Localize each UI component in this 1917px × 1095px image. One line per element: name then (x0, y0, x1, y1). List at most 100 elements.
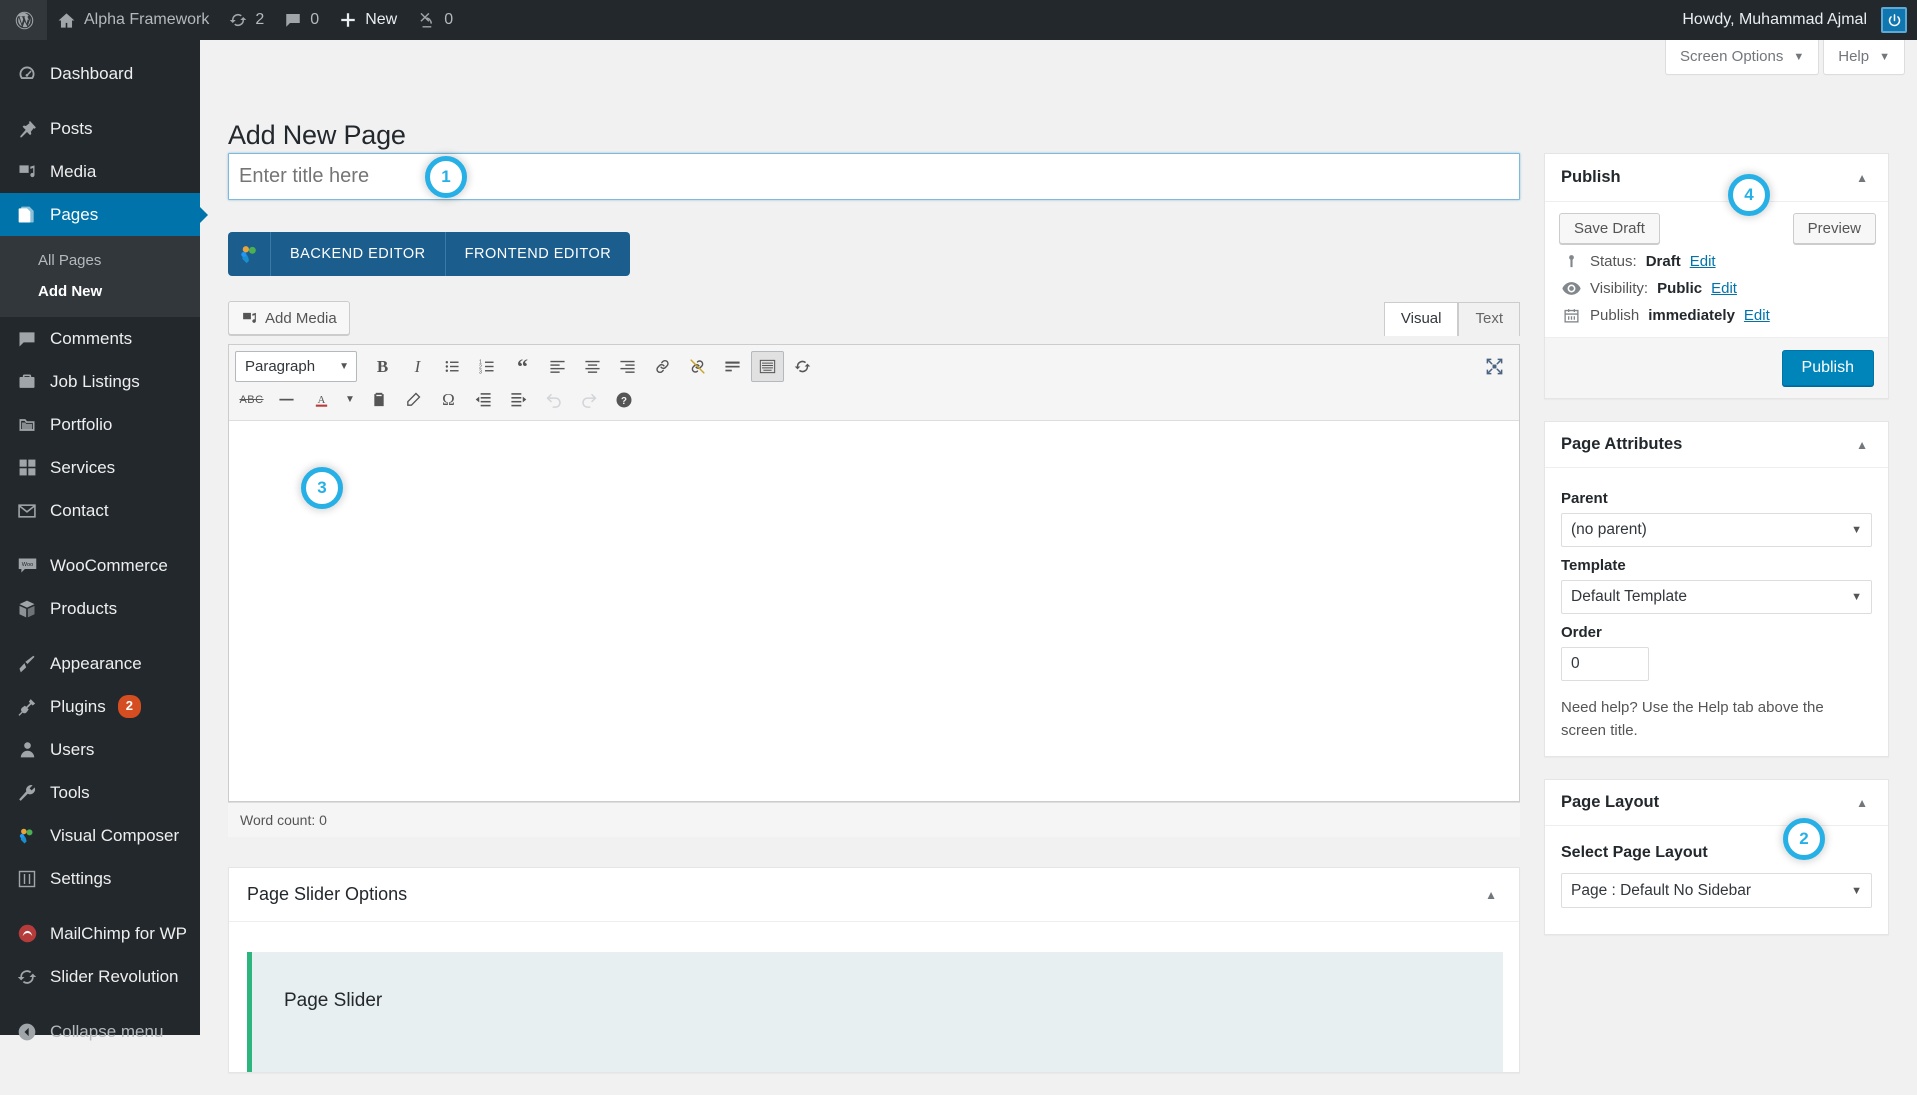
sidebar-item-pages[interactable]: Pages (0, 193, 200, 236)
backend-editor-button[interactable]: BACKEND EDITOR (271, 232, 446, 276)
insert-link-icon[interactable] (646, 351, 679, 382)
page-layout-select[interactable]: Page : Default No Sidebar ▼ (1561, 873, 1872, 908)
undo-icon[interactable] (537, 384, 570, 415)
sidebar-collapse-menu[interactable]: Collapse menu (0, 1010, 200, 1053)
page-attributes-header[interactable]: Page Attributes ▲ (1545, 422, 1888, 468)
toggle-panel-icon[interactable]: ▲ (1479, 886, 1503, 904)
sidebar-item-users[interactable]: Users (0, 728, 200, 771)
sidebar-item-appearance[interactable]: Appearance (0, 642, 200, 685)
sidebar-item-settings[interactable]: Settings (0, 857, 200, 900)
paintbrush-icon (16, 653, 38, 675)
comments-menu[interactable]: 0 (274, 0, 329, 40)
page-slider-options-header[interactable]: Page Slider Options ▲ (229, 868, 1519, 922)
sidebar-item-mailchimp-for-wp[interactable]: MailChimp for WP (0, 912, 200, 955)
updates-menu[interactable]: 2 (219, 0, 274, 40)
frontend-editor-button[interactable]: FRONTEND EDITOR (446, 232, 631, 276)
sidebar-item-contact[interactable]: Contact (0, 489, 200, 532)
italic-icon[interactable]: I (401, 351, 434, 382)
sidebar-item-products[interactable]: Products (0, 587, 200, 630)
outdent-icon[interactable] (467, 384, 500, 415)
calendar-icon (1561, 307, 1581, 324)
sidebar-item-woocommerce[interactable]: Woo WooCommerce (0, 544, 200, 587)
read-more-icon[interactable] (716, 351, 749, 382)
text-color-icon[interactable]: A (305, 384, 338, 415)
refresh-icon[interactable] (786, 351, 819, 382)
power-logout-icon[interactable] (1881, 7, 1907, 33)
sidebar-item-media[interactable]: Media (0, 150, 200, 193)
toggle-toolbar-icon[interactable] (751, 351, 784, 382)
my-account-menu[interactable]: Howdy, Muhammad Ajmal (1672, 0, 1881, 40)
template-select[interactable]: Default Template ▼ (1561, 580, 1872, 614)
remove-link-icon[interactable] (681, 351, 714, 382)
publish-button[interactable]: Publish (1782, 350, 1874, 386)
paste-as-text-icon[interactable] (362, 384, 395, 415)
redo-icon[interactable] (572, 384, 605, 415)
schedule-row: Publish immediately Edit (1559, 298, 1876, 325)
wordpress-logo-menu[interactable] (0, 0, 47, 40)
align-center-icon[interactable] (576, 351, 609, 382)
publish-box-header[interactable]: Publish ▲ (1545, 154, 1888, 202)
sidebar-item-plugins[interactable]: Plugins 2 (0, 685, 200, 728)
editor-canvas[interactable]: 3 (229, 421, 1519, 801)
indent-icon[interactable] (502, 384, 535, 415)
blockquote-icon[interactable]: “ (506, 351, 539, 382)
numbered-list-icon[interactable]: 1 2 3 (471, 351, 504, 382)
add-media-button[interactable]: Add Media (228, 301, 350, 335)
sidebar-item-all-pages[interactable]: All Pages (0, 245, 200, 276)
preview-button[interactable]: Preview (1793, 213, 1876, 244)
special-character-icon[interactable]: Ω (432, 384, 465, 415)
svg-text:Woo: Woo (21, 562, 32, 568)
toggle-panel-icon[interactable]: ▲ (1850, 169, 1874, 187)
callout-number: 3 (317, 478, 326, 498)
admin-sidebar-menu: Dashboard Posts Media Pages All (0, 40, 200, 1035)
sidebar-item-services[interactable]: Services (0, 446, 200, 489)
edit-visibility-link[interactable]: Edit (1711, 280, 1737, 297)
align-left-icon[interactable] (541, 351, 574, 382)
page-layout-header[interactable]: Page Layout ▲ (1545, 780, 1888, 826)
sidebar-item-visual-composer[interactable]: Visual Composer (0, 814, 200, 857)
editor-box: Paragraph ▼ B I (228, 344, 1520, 802)
align-right-icon[interactable] (611, 351, 644, 382)
seo-menu[interactable]: 0 (407, 0, 463, 40)
sidebar-item-posts[interactable]: Posts (0, 107, 200, 150)
new-content-menu[interactable]: New (329, 0, 407, 40)
distraction-free-icon[interactable] (1478, 351, 1511, 382)
sidebar-item-label: Dashboard (50, 64, 133, 84)
svg-text:?: ? (621, 395, 627, 406)
sidebar-item-label: Posts (50, 119, 93, 139)
save-draft-button[interactable]: Save Draft (1559, 213, 1660, 244)
sidebar-item-add-new[interactable]: Add New (0, 276, 200, 307)
text-color-caret-icon[interactable]: ▼ (340, 384, 360, 415)
toggle-panel-icon[interactable]: ▲ (1850, 436, 1874, 454)
bold-icon[interactable]: B (366, 351, 399, 382)
sidebar-item-job-listings[interactable]: Job Listings (0, 360, 200, 403)
edit-schedule-link[interactable]: Edit (1744, 307, 1770, 324)
order-input[interactable] (1561, 647, 1649, 681)
tab-text[interactable]: Text (1458, 302, 1520, 336)
pages-icon (16, 204, 38, 226)
bulleted-list-icon[interactable] (436, 351, 469, 382)
clear-formatting-icon[interactable] (397, 384, 430, 415)
title-input[interactable] (229, 154, 1519, 199)
horizontal-rule-icon[interactable] (270, 384, 303, 415)
toggle-panel-icon[interactable]: ▲ (1850, 794, 1874, 812)
sidebar-item-comments[interactable]: Comments (0, 317, 200, 360)
tab-visual[interactable]: Visual (1384, 302, 1459, 336)
strikethrough-icon[interactable]: ABC (235, 384, 268, 415)
primary-column: 1 BACKEND EDITOR FRONTEND EDITOR (228, 153, 1520, 1095)
keyboard-shortcuts-icon[interactable]: ? (607, 384, 640, 415)
sidebar-item-tools[interactable]: Tools (0, 771, 200, 814)
help-button[interactable]: Help ▼ (1823, 40, 1905, 75)
sidebar-item-slider-revolution[interactable]: Slider Revolution (0, 955, 200, 998)
sidebar-item-portfolio[interactable]: Portfolio (0, 403, 200, 446)
media-icon (241, 310, 258, 327)
portfolio-folder-icon (16, 414, 38, 436)
format-select[interactable]: Paragraph ▼ (235, 351, 357, 382)
parent-select[interactable]: (no parent) ▼ (1561, 513, 1872, 547)
help-label: Help (1838, 48, 1869, 65)
screen-options-button[interactable]: Screen Options ▼ (1665, 40, 1819, 75)
site-name-menu[interactable]: Alpha Framework (47, 0, 219, 40)
callout-badge-3: 3 (301, 467, 343, 509)
sidebar-item-dashboard[interactable]: Dashboard (0, 52, 200, 95)
edit-status-link[interactable]: Edit (1690, 253, 1716, 270)
